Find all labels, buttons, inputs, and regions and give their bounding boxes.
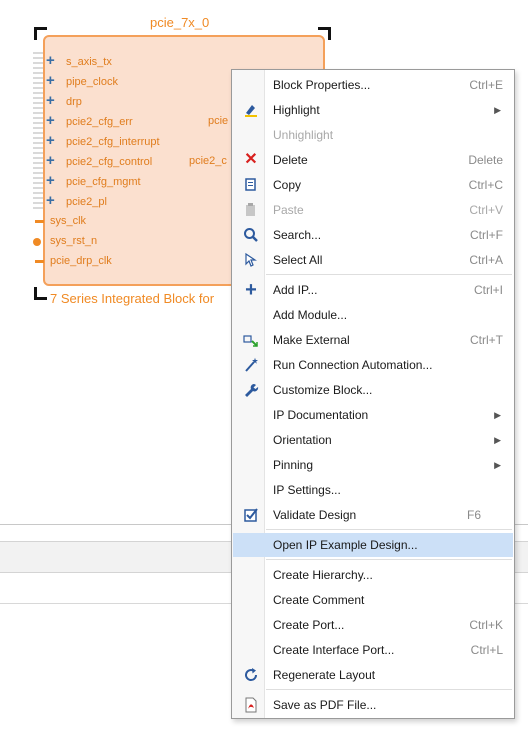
port-pin xyxy=(35,220,44,223)
submenu-arrow-icon: ▶ xyxy=(494,410,501,420)
menu-item-block-properties[interactable]: Block Properties... Ctrl+E xyxy=(233,73,513,97)
menu-item-orientation[interactable]: Orientation ▶ xyxy=(233,428,513,452)
right-port-label: pcie xyxy=(208,115,229,127)
menu-item-regenerate-layout[interactable]: Regenerate Layout xyxy=(233,663,513,687)
right-port-label: pcie2_c xyxy=(189,155,227,167)
interface-pcie2-cfg-err[interactable]: + pcie2_cfg_err xyxy=(46,112,133,130)
menu-item-unhighlight: Unhighlight xyxy=(273,128,334,142)
menu-item-search[interactable]: Search... Ctrl+F xyxy=(233,223,513,247)
port-sys-clk[interactable]: sys_clk xyxy=(50,212,86,230)
menu-separator xyxy=(266,274,512,275)
menu-item-highlight[interactable]: Highlight ▶ xyxy=(233,98,513,122)
search-icon xyxy=(243,227,259,243)
menu-item-ip-documentation[interactable]: IP Documentation ▶ xyxy=(233,403,513,427)
make-external-icon xyxy=(243,332,259,348)
submenu-arrow-icon: ▶ xyxy=(494,435,501,445)
port-sys-rst-n[interactable]: sys_rst_n xyxy=(50,232,97,250)
add-icon: + xyxy=(245,279,257,301)
interface-pcie2-pl[interactable]: + pcie2_pl xyxy=(46,192,107,210)
interface-s-axis-tx[interactable]: + s_axis_tx xyxy=(46,52,112,70)
expand-icon[interactable]: + xyxy=(46,192,60,210)
expand-icon[interactable]: + xyxy=(46,92,60,110)
expand-icon[interactable]: + xyxy=(46,172,60,190)
interface-pin-stubs xyxy=(33,52,43,210)
interface-pcie2-cfg-interrupt[interactable]: + pcie2_cfg_interrupt xyxy=(46,132,160,150)
wand-icon xyxy=(243,357,259,373)
menu-item-delete[interactable]: ✕ Delete Delete xyxy=(233,148,513,172)
menu-item-make-external[interactable]: Make External Ctrl+T xyxy=(233,328,513,352)
refresh-icon xyxy=(243,667,259,683)
menu-item-open-ip-example-design[interactable]: Open IP Example Design... xyxy=(233,533,513,557)
menu-separator xyxy=(266,689,512,690)
validate-icon xyxy=(243,507,259,523)
menu-item-ip-settings[interactable]: IP Settings... xyxy=(233,478,513,502)
paste-icon xyxy=(243,202,259,218)
block-caption: 7 Series Integrated Block for xyxy=(50,291,215,306)
port-pcie-drp-clk[interactable]: pcie_drp_clk xyxy=(50,252,112,270)
interface-pcie-cfg-mgmt[interactable]: + pcie_cfg_mgmt xyxy=(46,172,141,190)
menu-item-validate-design[interactable]: Validate Design F6 xyxy=(233,503,513,527)
menu-item-copy[interactable]: Copy Ctrl+C xyxy=(233,173,513,197)
menu-item-save-as-pdf[interactable]: Save as PDF File... xyxy=(233,693,513,717)
select-all-icon xyxy=(243,252,259,268)
delete-icon: ✕ xyxy=(244,151,258,168)
wrench-icon xyxy=(243,382,259,398)
expand-icon[interactable]: + xyxy=(46,72,60,90)
menu-item-pinning[interactable]: Pinning ▶ xyxy=(233,453,513,477)
menu-separator xyxy=(266,559,512,560)
expand-icon[interactable]: + xyxy=(46,52,60,70)
reset-pin-icon xyxy=(33,238,41,246)
menu-item-paste: Paste Ctrl+V xyxy=(233,198,513,222)
expand-icon[interactable]: + xyxy=(46,132,60,150)
menu-item-add-ip[interactable]: + Add IP... Ctrl+I xyxy=(233,278,513,302)
menu-item-create-interface-port[interactable]: Create Interface Port... Ctrl+L xyxy=(233,638,513,662)
menu-item-customize-block[interactable]: Customize Block... xyxy=(233,378,513,402)
menu-item-run-connection-automation[interactable]: Run Connection Automation... xyxy=(233,353,513,377)
submenu-arrow-icon: ▶ xyxy=(494,105,501,115)
block-instance-name: pcie_7x_0 xyxy=(150,15,210,30)
menu-item-select-all[interactable]: Select All Ctrl+A xyxy=(233,248,513,272)
submenu-arrow-icon: ▶ xyxy=(494,460,501,470)
menu-item-create-hierarchy[interactable]: Create Hierarchy... xyxy=(233,563,513,587)
interface-pcie2-cfg-control[interactable]: + pcie2_cfg_control xyxy=(46,152,152,170)
menu-item-create-comment[interactable]: Create Comment xyxy=(233,588,513,612)
menu-item-create-port[interactable]: Create Port... Ctrl+K xyxy=(233,613,513,637)
highlight-icon xyxy=(243,102,259,118)
selection-corner-bottom-left xyxy=(34,287,47,300)
port-pin xyxy=(35,260,44,263)
menu-separator xyxy=(266,529,512,530)
context-menu: Block Properties... Ctrl+E Highlight ▶ U… xyxy=(231,69,515,719)
expand-icon[interactable]: + xyxy=(46,112,60,130)
copy-icon xyxy=(243,177,259,193)
menu-item-add-module[interactable]: Add Module... xyxy=(233,303,513,327)
expand-icon[interactable]: + xyxy=(46,152,60,170)
interface-pipe-clock[interactable]: + pipe_clock xyxy=(46,72,118,90)
interface-drp[interactable]: + drp xyxy=(46,92,82,110)
pdf-icon xyxy=(243,697,259,713)
